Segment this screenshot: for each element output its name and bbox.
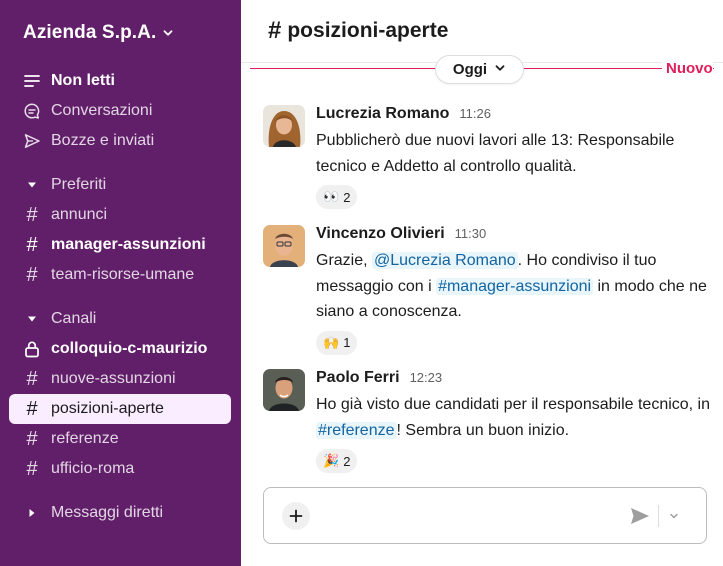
section-channels-label: Canali [51, 310, 97, 327]
message-text: Pubblicherò due nuovi lavori alle 13: Re… [316, 132, 675, 175]
day-label: Oggi [452, 61, 488, 78]
message-timestamp[interactable]: 12:23 [410, 370, 443, 385]
channel-manager-assunzioni[interactable]: # manager-assunzioni [9, 230, 231, 260]
caret-down-icon [24, 311, 40, 327]
message-text-segment: Grazie, [316, 252, 373, 269]
channel-mention[interactable]: #referenze [316, 421, 397, 439]
reaction-count: 2 [343, 453, 351, 469]
nav-drafts-label: Bozze e inviati [51, 132, 155, 149]
chevron-down-icon [494, 61, 506, 78]
message-body: Paolo Ferri 12:23 Ho già visto due candi… [316, 369, 716, 473]
message-timestamp[interactable]: 11:30 [455, 226, 487, 241]
channel-title-button[interactable]: # posizioni-aperte [268, 17, 448, 45]
app-window: Azienda S.p.A. Non letti Conversazioni B… [0, 0, 723, 566]
channel-label: team-risorse-umane [51, 266, 195, 283]
day-jump-button[interactable]: Oggi [435, 55, 524, 84]
party-popper-emoji-icon: 🎉 [323, 453, 340, 468]
avatar[interactable] [263, 105, 305, 147]
channel-annunci[interactable]: # annunci [9, 200, 231, 230]
hash-icon: # [26, 398, 38, 420]
message-body: Vincenzo Olivieri 11:30 Grazie, @Lucrezi… [316, 225, 716, 355]
sidebar: Azienda S.p.A. Non letti Conversazioni B… [0, 0, 241, 566]
plus-icon [289, 509, 303, 523]
section-channels[interactable]: Canali [9, 304, 231, 334]
reaction-count: 1 [343, 335, 351, 350]
send-icon [22, 131, 42, 151]
message-composer [263, 487, 707, 544]
section-favorites[interactable]: Preferiti [9, 170, 231, 200]
channel-label: referenze [51, 430, 119, 447]
message-header: Paolo Ferri 12:23 [316, 369, 716, 391]
section-favorites-label: Preferiti [51, 176, 107, 193]
channel-ufficio-roma[interactable]: # ufficio-roma [9, 454, 231, 484]
channel-name: posizioni-aperte [287, 19, 449, 42]
attach-button[interactable] [282, 502, 310, 530]
reaction-pill[interactable]: 🎉 2 [316, 449, 358, 473]
send-options-button[interactable] [664, 506, 684, 526]
nav-threads[interactable]: Conversazioni [9, 96, 231, 126]
message-author[interactable]: Vincenzo Olivieri [316, 225, 445, 243]
message-text-segment: Ho già visto due candidati per il respon… [316, 396, 711, 413]
channel-label: posizioni-aperte [51, 400, 164, 417]
message-header: Lucrezia Romano 11:26 [316, 105, 716, 127]
channel-header: # posizioni-aperte [241, 0, 723, 63]
section-dms-label: Messaggi diretti [51, 504, 164, 521]
channel-label: nuove-assunzioni [51, 370, 176, 387]
user-mention[interactable]: @Lucrezia Romano [372, 252, 518, 269]
chevron-down-icon [670, 513, 678, 519]
message-timestamp[interactable]: 11:26 [459, 106, 491, 121]
nav-threads-label: Conversazioni [51, 102, 153, 119]
channel-colloquio-c-maurizio[interactable]: colloquio-c-maurizio [9, 334, 231, 364]
new-label: Nuovo [662, 60, 713, 77]
message-text-segment: ! Sembra un buon inizio. [396, 421, 570, 439]
eyes-emoji-icon: 👀 [323, 189, 340, 204]
channel-label: annunci [51, 206, 108, 223]
caret-down-icon [24, 177, 40, 193]
lock-icon [22, 339, 42, 359]
unread-icon [22, 71, 42, 91]
hash-icon: # [26, 204, 38, 226]
channel-posizioni-aperte[interactable]: # posizioni-aperte [9, 394, 231, 424]
message-body: Lucrezia Romano 11:26 Pubblicherò due nu… [316, 105, 716, 209]
hash-icon: # [26, 458, 38, 480]
section-direct-messages[interactable]: Messaggi diretti [9, 498, 231, 528]
message-author[interactable]: Paolo Ferri [316, 369, 400, 387]
workspace-switcher[interactable]: Azienda S.p.A. [23, 22, 174, 44]
message-input[interactable] [322, 502, 622, 530]
message-author[interactable]: Lucrezia Romano [316, 105, 449, 123]
send-separator [658, 505, 659, 527]
hash-icon: # [268, 17, 282, 44]
channel-label: colloquio-c-maurizio [51, 340, 208, 357]
nav-unreads[interactable]: Non letti [9, 66, 231, 96]
channel-view: # posizioni-aperte Oggi Nuovo Lucrezia R… [241, 0, 723, 566]
caret-right-icon [24, 505, 40, 521]
raised-hands-emoji-icon: 🙌 [323, 334, 340, 350]
channel-mention[interactable]: #manager-assunzioni [436, 277, 594, 295]
nav-drafts-sent[interactable]: Bozze e inviati [9, 126, 231, 156]
channel-label: ufficio-roma [51, 460, 135, 477]
channel-nuove-assunzioni[interactable]: # nuove-assunzioni [9, 364, 231, 394]
reaction-pill[interactable]: 👀 2 [316, 185, 358, 209]
reaction-count: 2 [343, 189, 351, 205]
channel-label: manager-assunzioni [51, 236, 206, 253]
reaction-pill[interactable]: 🙌 1 [316, 330, 358, 355]
avatar[interactable] [263, 225, 305, 267]
hash-icon: # [26, 264, 38, 286]
nav-unreads-label: Non letti [51, 72, 115, 89]
hash-icon: # [26, 428, 38, 450]
message-text: Grazie, @Lucrezia Romano. Ho condiviso i… [316, 248, 716, 325]
workspace-name: Azienda S.p.A. [23, 22, 157, 43]
message-header: Vincenzo Olivieri 11:30 [316, 225, 716, 247]
hash-icon: # [26, 234, 38, 256]
channel-referenze[interactable]: # referenze [9, 424, 231, 454]
hash-icon: # [26, 368, 38, 390]
message-text: Ho già visto due candidati per il respon… [316, 392, 716, 443]
chevron-down-icon [162, 27, 174, 39]
send-icon [631, 508, 649, 524]
send-button[interactable] [628, 504, 652, 528]
channel-team-risorse-umane[interactable]: # team-risorse-umane [9, 260, 231, 290]
threads-icon [22, 101, 42, 121]
avatar[interactable] [263, 369, 305, 411]
